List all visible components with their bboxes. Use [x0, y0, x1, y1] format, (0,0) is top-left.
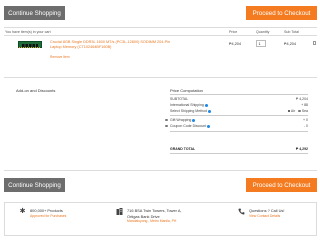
view-contact-link[interactable]: View Contact Details [249, 214, 280, 218]
intl-shipping-value: + 88 [301, 103, 308, 107]
address-line1: 716 BSA Twin Towers, Tower A, [127, 208, 182, 213]
continue-shopping-button[interactable]: Continue Shopping [4, 6, 65, 20]
grand-total-row: GRAND TOTAL ₱ 4,292 [170, 147, 308, 152]
shipping-method-label: Select Shipping Method [170, 109, 207, 113]
shipping-sea-label: Sea [301, 109, 308, 113]
address-city: Mandaluyong , Metro Manila, PH [127, 219, 177, 223]
divider [170, 131, 308, 132]
divider [4, 35, 317, 36]
gift-wrapping-label: Gift Wrapping [170, 118, 192, 122]
proceed-to-checkout-button[interactable]: Proceed to Checkout [246, 6, 317, 20]
divider [170, 153, 308, 154]
quantity-input[interactable]: 1 [256, 40, 266, 47]
coupon-value: - 0 [303, 124, 308, 128]
info-icon[interactable] [207, 109, 211, 113]
divider [4, 77, 317, 78]
products-count: 800,000+ Products [30, 208, 63, 213]
footer-contact: Questions ? Call Us! View Contact Detail… [238, 207, 308, 231]
shipping-air-radio[interactable] [287, 109, 291, 113]
product-image[interactable] [18, 41, 42, 48]
info-icon[interactable] [207, 124, 211, 128]
shipping-sea-radio[interactable] [298, 109, 301, 113]
gift-wrapping-radio[interactable] [165, 118, 168, 122]
gift-wrapping-value: + 0 [303, 118, 308, 122]
info-icon[interactable] [204, 103, 208, 107]
intl-shipping-row: International Shipping + 88 [170, 103, 308, 108]
proceed-to-checkout-button[interactable]: Proceed to Checkout [246, 178, 317, 192]
continue-shopping-button[interactable]: Continue Shopping [4, 178, 65, 192]
footer-address: 716 BSA Twin Towers, Tower A, Ortigas Ba… [116, 207, 206, 231]
divider [4, 27, 317, 28]
item-subtotal: ₱4,204 [284, 41, 297, 46]
product-title-link[interactable]: Crucial 8GB Single DDR3L 1600 MT/s (PC3L… [50, 40, 180, 49]
grand-total-value: ₱ 4,292 [295, 147, 308, 151]
subtotal-row: SUBTOTAL ₱ 4,204 [170, 97, 308, 102]
grand-total-label: GRAND TOTAL [170, 147, 196, 151]
gift-wrapping-row: Gift Wrapping + 0 [165, 118, 308, 123]
contact-heading: Questions ? Call Us! [249, 208, 285, 213]
divider [4, 170, 317, 171]
column-subtotal: Sub Total [284, 30, 299, 34]
trash-icon[interactable] [313, 41, 316, 45]
coupon-label: Coupon Code Discount [170, 124, 207, 128]
column-price: Price [229, 30, 238, 34]
column-quantity: Quantity [256, 30, 270, 34]
address-line2: Ortigas Bank Drive [127, 213, 160, 219]
subtotal-value: ₱ 4,204 [295, 97, 308, 101]
footer-products: ✱ 800,000+ Products Approved for Purchas… [19, 207, 99, 231]
shipping-air-label: Air [290, 109, 296, 113]
shipping-method-row: Select Shipping Method Air Sea [170, 109, 308, 114]
phone-icon [238, 208, 245, 215]
divider [170, 94, 308, 95]
asterisk-icon: ✱ [19, 208, 26, 215]
products-sub: Approved for Purchases [30, 213, 67, 218]
info-icon[interactable] [192, 118, 196, 122]
addons-title: Add-on and Discounts [16, 88, 56, 93]
cart-header-note: You have item(s) in your cart [5, 30, 51, 34]
divider [170, 115, 308, 116]
coupon-row: Coupon Code Discount - 0 [165, 124, 308, 129]
remove-item-link[interactable]: Remove Item [50, 55, 70, 59]
price-computation-title: Price Computation [170, 88, 203, 93]
intl-shipping-label: International Shipping [170, 103, 204, 107]
coupon-radio[interactable] [165, 124, 168, 128]
subtotal-label: SUBTOTAL [170, 97, 189, 101]
building-icon [116, 208, 123, 215]
item-price: ₱4,204 [229, 41, 242, 46]
